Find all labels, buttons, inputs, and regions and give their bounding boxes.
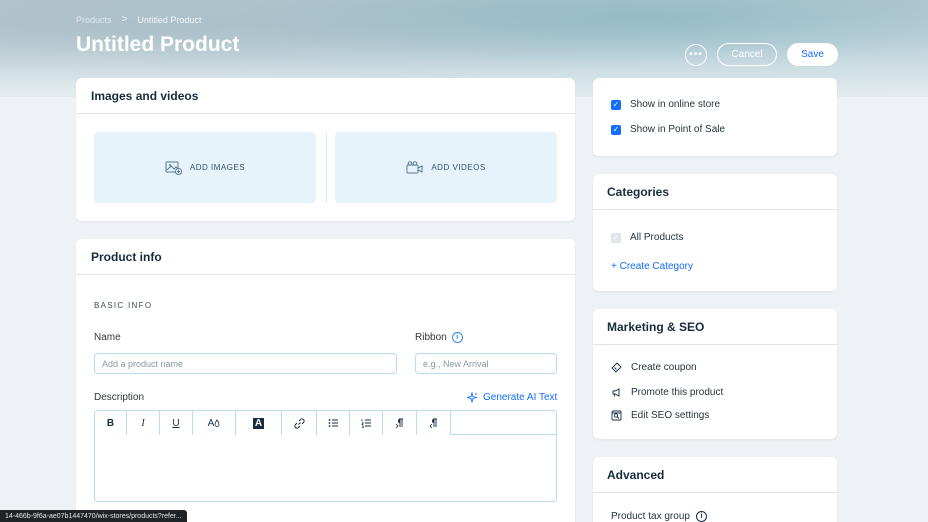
seo-settings-icon — [611, 410, 622, 421]
edit-seo-label: Edit SEO settings — [631, 410, 710, 421]
ribbon-label: Ribbon i — [415, 332, 463, 343]
video-icon — [406, 160, 423, 173]
bold-button[interactable]: B — [95, 411, 127, 435]
bullet-list-icon — [328, 419, 338, 427]
sparkle-icon — [467, 392, 478, 403]
text-direction-ltr-icon — [395, 418, 403, 428]
add-videos-label: ADD VIDEOS — [431, 163, 486, 172]
underline-button[interactable]: U — [160, 411, 193, 435]
ltr-direction-button[interactable] — [383, 411, 417, 435]
breadcrumb-current: Untitled Product — [137, 14, 202, 25]
info-icon[interactable]: i — [451, 332, 463, 343]
coupon-icon — [611, 362, 622, 373]
bulleted-list-button[interactable] — [317, 411, 350, 435]
product-info-card: Product info BASIC INFO Name Add a produ… — [76, 239, 575, 522]
product-info-title: Product info — [76, 239, 575, 275]
tax-group-row: Product tax group i — [611, 511, 707, 522]
promote-product-label: Promote this product — [631, 387, 724, 398]
breadcrumb: Products > Untitled Product — [76, 14, 201, 25]
name-label: Name — [94, 332, 121, 343]
media-card-title: Images and videos — [76, 78, 575, 114]
breadcrumb-separator: > — [121, 14, 128, 25]
advanced-title: Advanced — [593, 457, 837, 493]
add-images-label: ADD IMAGES — [189, 163, 246, 172]
all-products-row: ✓ All Products — [611, 232, 683, 243]
show-pos-row[interactable]: ✓ Show in Point of Sale — [611, 124, 725, 135]
info-icon[interactable]: i — [695, 511, 707, 522]
product-name-input[interactable]: Add a product name — [94, 353, 397, 374]
generate-ai-label: Generate AI Text — [483, 392, 558, 403]
megaphone-icon — [612, 388, 620, 397]
link-icon — [293, 417, 305, 429]
highlight-button[interactable]: A — [236, 411, 282, 435]
create-coupon-label: Create coupon — [631, 362, 697, 373]
ribbon-input[interactable]: e.g., New Arrival — [415, 353, 557, 374]
description-textarea[interactable] — [95, 435, 556, 501]
marketing-title: Marketing & SEO — [593, 309, 837, 345]
droplet-icon — [214, 419, 220, 427]
generate-ai-text-button[interactable]: Generate AI Text — [467, 392, 557, 403]
highlight-icon: A — [252, 417, 265, 429]
editor-toolbar: B I U A A — [95, 411, 556, 435]
check-icon: ✓ — [611, 232, 621, 243]
create-coupon-item[interactable]: Create coupon — [611, 362, 697, 373]
advanced-card: Advanced Product tax group i — [593, 457, 837, 522]
link-button[interactable] — [282, 411, 317, 435]
cancel-button[interactable]: Cancel — [717, 43, 777, 66]
save-button[interactable]: Save — [787, 43, 838, 66]
add-images-tile[interactable]: ADD IMAGES — [94, 132, 316, 203]
show-online-store-row[interactable]: ✓ Show in online store — [611, 99, 720, 110]
create-category-link[interactable]: + Create Category — [611, 261, 693, 272]
more-actions-button[interactable]: ••• — [685, 43, 707, 66]
page-title: Untitled Product — [76, 33, 240, 56]
check-icon[interactable]: ✓ — [611, 124, 621, 135]
marketing-card: Marketing & SEO Create coupon Promote th… — [593, 309, 837, 439]
ribbon-label-text: Ribbon — [415, 332, 447, 343]
visibility-card: ✓ Show in online store ✓ Show in Point o… — [593, 78, 837, 156]
breadcrumb-products-link[interactable]: Products — [76, 15, 112, 25]
promote-product-item[interactable]: Promote this product — [611, 387, 723, 398]
numbered-list-icon — [360, 419, 371, 428]
description-editor: B I U A A — [94, 410, 557, 502]
header-actions: ••• Cancel Save — [685, 43, 838, 66]
all-products-label: All Products — [630, 232, 684, 243]
description-label: Description — [94, 392, 145, 403]
add-videos-tile[interactable]: ADD VIDEOS — [335, 132, 557, 203]
categories-card: Categories ✓ All Products + Create Categ… — [593, 174, 837, 291]
edit-seo-item[interactable]: Edit SEO settings — [611, 410, 709, 421]
categories-title: Categories — [593, 174, 837, 210]
media-card: Images and videos ADD IMAGES ADD VIDEOS — [76, 78, 575, 221]
browser-status-url: 14-466b-9f6a-ae07b1447470/wix-stores/pro… — [0, 510, 187, 522]
media-divider — [326, 132, 327, 203]
text-direction-rtl-icon — [428, 418, 437, 428]
check-icon[interactable]: ✓ — [611, 99, 621, 110]
image-icon — [165, 161, 182, 175]
numbered-list-button[interactable] — [350, 411, 383, 435]
name-label-text: Name — [94, 332, 121, 343]
italic-button[interactable]: I — [127, 411, 160, 435]
show-online-store-label: Show in online store — [630, 99, 721, 110]
text-color-button[interactable]: A — [193, 411, 236, 435]
text-color-icon: A — [207, 417, 215, 429]
basic-info-label: BASIC INFO — [94, 301, 153, 310]
rtl-direction-button[interactable] — [417, 411, 451, 435]
tax-group-label: Product tax group — [611, 511, 690, 522]
show-pos-label: Show in Point of Sale — [630, 124, 726, 135]
